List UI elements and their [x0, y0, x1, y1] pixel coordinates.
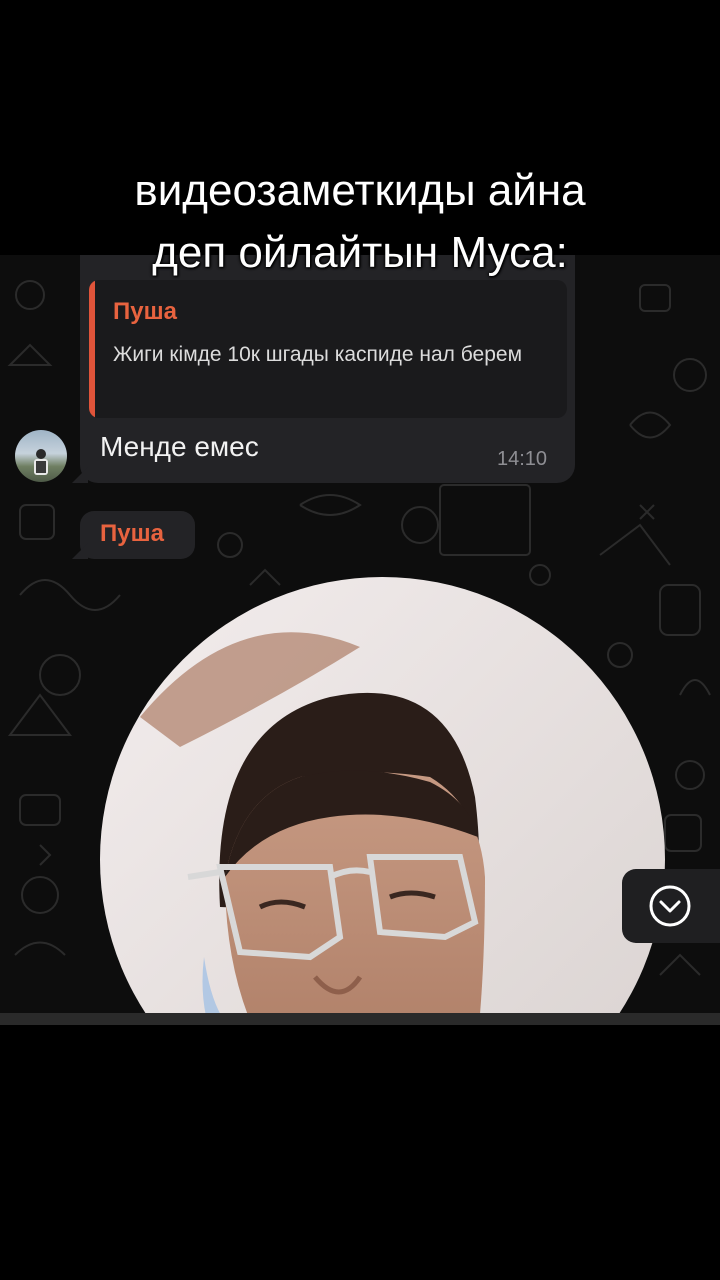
quote-accent-bar — [89, 280, 95, 418]
quoted-sender-name: Пуша — [113, 298, 177, 325]
scroll-down-button[interactable] — [622, 869, 720, 943]
bubble-tail — [72, 467, 88, 483]
chat-area[interactable]: •••• Пуша Жиги кімде 10к шгады каспиде н… — [0, 255, 720, 1015]
avatar-person-image — [34, 449, 48, 475]
message-text: Менде емес — [100, 431, 259, 462]
message-time: 14:10 — [497, 448, 548, 470]
quoted-message-text: Жиги кімде 10к шгады каспиде нал берем — [113, 343, 523, 366]
reply-quote[interactable]: Пуша Жиги кімде 10к шгады каспиде нал бе… — [89, 280, 567, 418]
video-caption: видеозаметкиды айна деп ойлайтын Муса: — [0, 160, 720, 284]
chevron-down-icon — [649, 885, 691, 927]
avatar[interactable] — [15, 430, 67, 482]
video-progress-bar — [0, 1013, 720, 1025]
sender-pill-tail — [72, 543, 88, 559]
caption-line-1: видеозаметкиды айна — [134, 166, 586, 215]
sender-name: Пуша — [100, 520, 164, 547]
caption-line-2: деп ойлайтын Муса: — [152, 228, 568, 277]
